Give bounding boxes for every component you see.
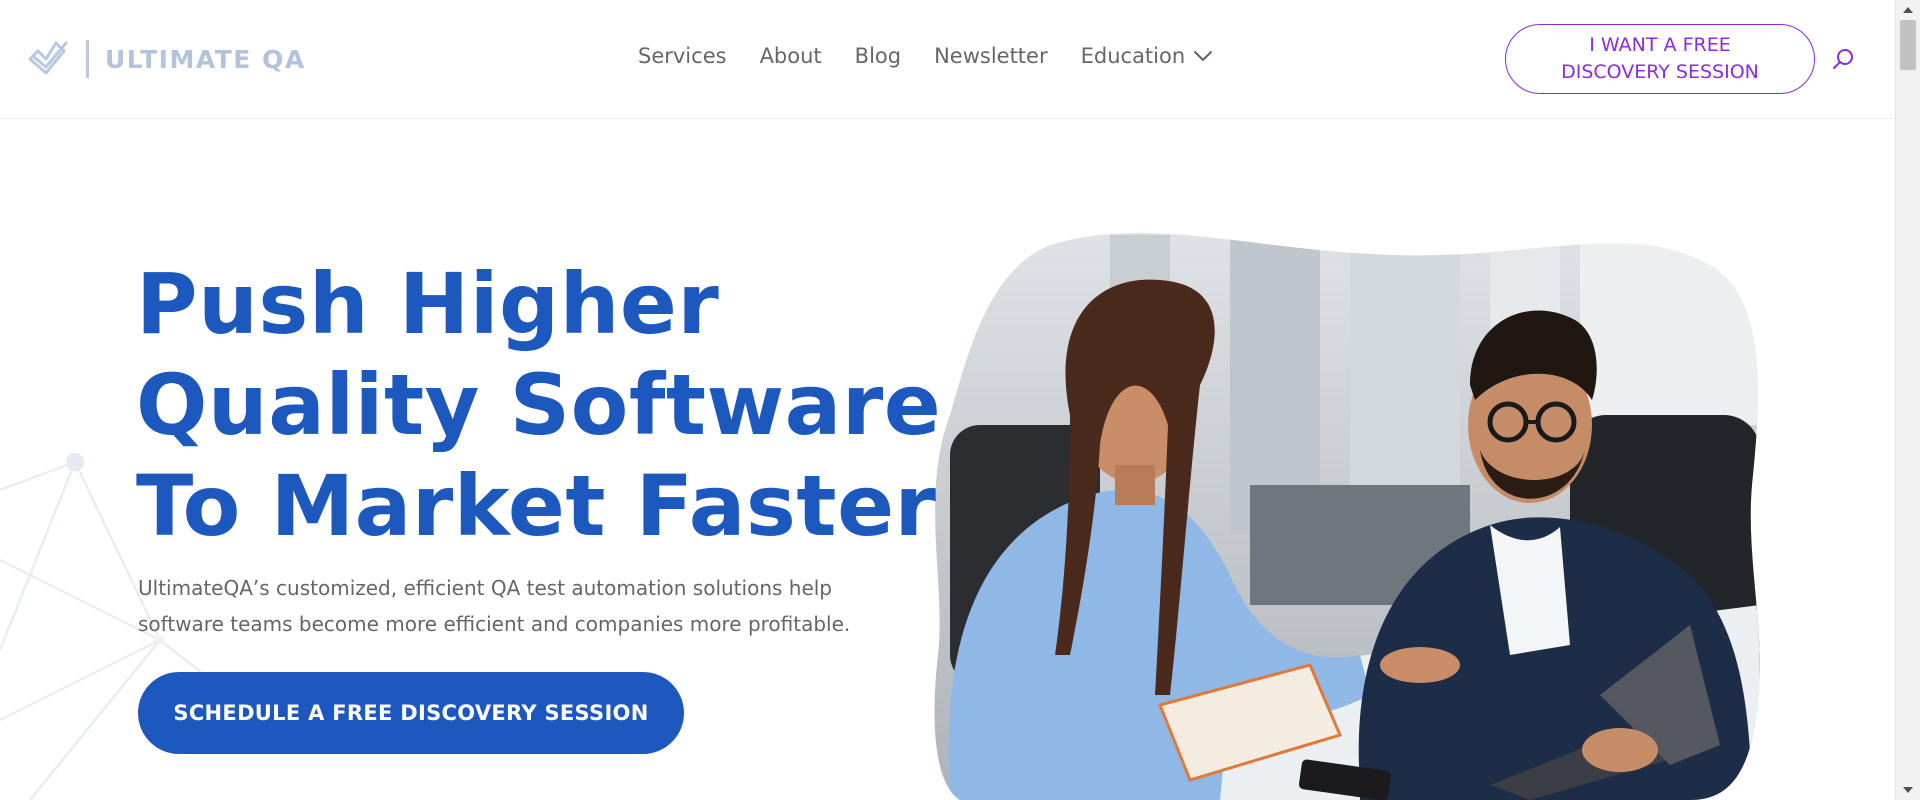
logo-text: ULTIMATE QA bbox=[105, 44, 306, 74]
nav-item-blog[interactable]: Blog bbox=[855, 44, 901, 68]
schedule-discovery-session-button[interactable]: SCHEDULE A FREE DISCOVERY SESSION bbox=[138, 672, 684, 754]
nav-item-label: Services bbox=[638, 44, 727, 68]
scroll-up-arrow-icon[interactable] bbox=[1896, 2, 1920, 18]
hero-title-line-3: To Market Faster bbox=[136, 457, 937, 555]
nav-item-label: Newsletter bbox=[934, 44, 1048, 68]
hero-title-line-1: Push Higher bbox=[136, 255, 720, 353]
scrollbar-thumb[interactable] bbox=[1900, 20, 1916, 70]
logo-divider bbox=[86, 40, 89, 78]
page: ULTIMATE QA Services About Blog Newslett… bbox=[0, 0, 1920, 800]
nav-item-education[interactable]: Education bbox=[1081, 44, 1214, 68]
free-discovery-session-button[interactable]: I WANT A FREE DISCOVERY SESSION bbox=[1505, 24, 1815, 94]
main-nav: Services About Blog Newsletter Education bbox=[638, 44, 1213, 68]
hero-subtitle: UltimateQA’s customized, efficient QA te… bbox=[138, 576, 851, 636]
hero-title: Push Higher Quality Software To Market F… bbox=[136, 254, 941, 557]
chevron-down-icon bbox=[1194, 51, 1213, 61]
nav-item-label: About bbox=[759, 44, 822, 68]
search-icon[interactable] bbox=[1832, 48, 1854, 70]
scrollbar[interactable] bbox=[1895, 0, 1920, 800]
scroll-down-arrow-icon[interactable] bbox=[1896, 782, 1920, 798]
logo-check-icon bbox=[28, 41, 68, 75]
site-header: ULTIMATE QA Services About Blog Newslett… bbox=[0, 0, 1895, 119]
cta-line-1: I WANT A FREE bbox=[1589, 34, 1731, 56]
nav-item-label: Education bbox=[1080, 44, 1186, 68]
nav-item-services[interactable]: Services bbox=[638, 44, 727, 68]
hero-photo-image bbox=[934, 232, 1760, 800]
hero-title-line-2: Quality Software bbox=[136, 356, 942, 454]
nav-item-about[interactable]: About bbox=[760, 44, 822, 68]
nav-item-newsletter[interactable]: Newsletter bbox=[934, 44, 1048, 68]
logo[interactable]: ULTIMATE QA bbox=[24, 37, 306, 81]
cta-main-label: SCHEDULE A FREE DISCOVERY SESSION bbox=[173, 701, 649, 725]
cta-line-2: DISCOVERY SESSION bbox=[1561, 61, 1759, 83]
nav-item-label: Blog bbox=[854, 44, 902, 68]
